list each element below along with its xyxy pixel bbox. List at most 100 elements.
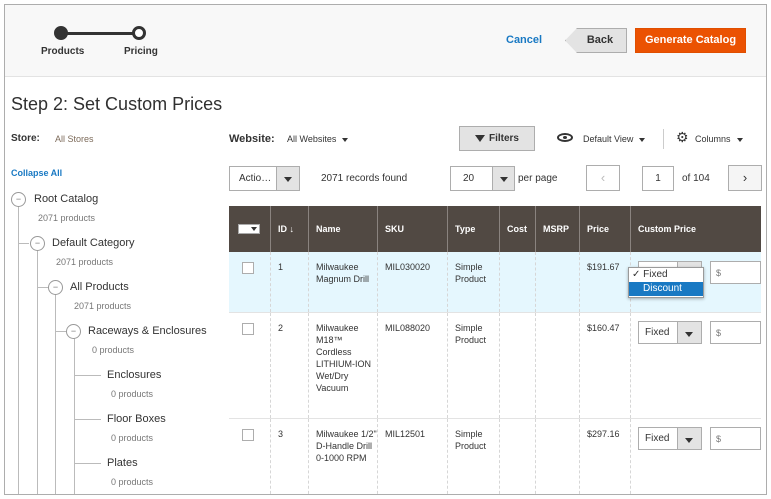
step-products-dot[interactable]: [54, 26, 68, 40]
grid-header: ID ↓ Name SKU Type Cost MSRP Price Custo…: [229, 206, 761, 252]
tree-node-floor-boxes[interactable]: Floor Boxes: [107, 413, 166, 425]
actions-dropdown[interactable]: Actio…: [229, 166, 300, 191]
column-header-id[interactable]: ID ↓: [270, 206, 308, 252]
back-button[interactable]: Back: [565, 28, 627, 53]
records-found: 2071 records found: [321, 173, 408, 184]
generate-catalog-button[interactable]: Generate Catalog: [635, 28, 746, 53]
previous-page-button[interactable]: ‹: [586, 165, 620, 191]
tree-node-root-catalog[interactable]: Root Catalog: [34, 193, 98, 205]
table-row[interactable]: 2 Milwaukee M18™ Cordless LITHIUM-ION We…: [229, 313, 761, 419]
collapse-all-link[interactable]: Collapse All: [11, 168, 62, 178]
cell-name: Milwaukee Magnum Drill: [308, 252, 377, 312]
custom-price-input[interactable]: $: [710, 261, 761, 284]
tree-node-default-category[interactable]: Default Category: [52, 237, 135, 249]
chevron-down-icon: [736, 137, 743, 142]
price-type-dropdown-menu: ✓ Fixed Discount: [628, 267, 704, 298]
cell-type: Simple Product: [447, 252, 499, 312]
chevron-down-icon: [677, 322, 701, 343]
tree-collapse-toggle[interactable]: −: [30, 236, 45, 251]
row-checkbox[interactable]: [242, 323, 254, 335]
tree-node-count: 0 products: [111, 389, 154, 399]
column-header-custom-price[interactable]: Custom Price: [630, 206, 761, 252]
wizard-header: Products Pricing Cancel Back Generate Ca…: [5, 5, 766, 77]
mass-select-checkbox[interactable]: [238, 224, 260, 234]
row-select-cell: [229, 419, 270, 494]
chevron-down-icon: [342, 137, 349, 142]
column-header-sku[interactable]: SKU: [377, 206, 447, 252]
column-header-msrp[interactable]: MSRP: [535, 206, 579, 252]
cell-type: Simple Product: [447, 313, 499, 418]
columns-control[interactable]: Columns: [695, 134, 743, 144]
cell-id: 3: [270, 419, 308, 494]
tree-line: [37, 243, 38, 494]
column-header-price[interactable]: Price: [579, 206, 630, 252]
tree-node-raceways-enclosures[interactable]: Raceways & Enclosures: [88, 325, 207, 337]
wizard-progress-line: [61, 32, 139, 35]
filter-icon: [474, 134, 485, 142]
page-number-input[interactable]: 1: [642, 166, 674, 191]
chevron-down-icon: [276, 167, 299, 190]
filters-label: Filters: [488, 133, 519, 144]
tree-node-enclosures[interactable]: Enclosures: [107, 369, 161, 381]
chevron-left-icon: ‹: [600, 170, 606, 185]
custom-price-input[interactable]: $: [710, 427, 761, 450]
column-header-type[interactable]: Type: [447, 206, 499, 252]
table-row[interactable]: 3 Milwaukee 1/2" D-Handle Drill 0-1000 R…: [229, 419, 761, 494]
mass-select-column: [229, 206, 270, 252]
view-value: Default View: [583, 134, 634, 144]
store-label: Store:: [11, 133, 40, 144]
price-type-value: Fixed: [645, 433, 670, 444]
gear-icon: ⚙: [676, 129, 689, 145]
per-page-select[interactable]: 20: [450, 166, 515, 191]
next-page-button[interactable]: ›: [728, 165, 762, 191]
option-discount[interactable]: Discount: [629, 282, 703, 296]
custom-price-input[interactable]: $: [710, 321, 761, 344]
cell-price: $160.47: [579, 313, 630, 418]
cell-cost: [499, 419, 535, 494]
products-grid: ID ↓ Name SKU Type Cost MSRP Price Custo…: [229, 206, 761, 494]
cell-cost: [499, 252, 535, 312]
option-fixed[interactable]: ✓ Fixed: [629, 268, 703, 282]
price-type-select[interactable]: Fixed: [638, 427, 702, 450]
cell-msrp: [535, 252, 579, 312]
column-header-name[interactable]: Name: [308, 206, 377, 252]
cell-msrp: [535, 313, 579, 418]
view-switcher[interactable]: Default View: [583, 134, 646, 144]
row-checkbox[interactable]: [242, 429, 254, 441]
cell-msrp: [535, 419, 579, 494]
chevron-right-icon: ›: [742, 170, 748, 185]
cell-custom-price: Fixed $: [630, 313, 761, 418]
step-pricing-dot[interactable]: [132, 26, 146, 40]
price-type-value: Fixed: [645, 327, 670, 338]
column-header-cost[interactable]: Cost: [499, 206, 535, 252]
tree-line: [75, 463, 101, 464]
tree-line: [75, 419, 101, 420]
row-checkbox[interactable]: [242, 262, 254, 274]
tree-node-all-products[interactable]: All Products: [70, 281, 129, 293]
tree-collapse-toggle[interactable]: −: [11, 192, 26, 207]
step-products-label[interactable]: Products: [41, 46, 84, 57]
tree-collapse-toggle[interactable]: −: [48, 280, 63, 295]
tree-line: [74, 331, 75, 494]
tree-node-count: 0 products: [92, 345, 135, 355]
cell-name: Milwaukee M18™ Cordless LITHIUM-ION Wet/…: [308, 313, 377, 418]
cancel-link[interactable]: Cancel: [506, 34, 542, 46]
cell-id: 1: [270, 252, 308, 312]
category-tree: − Root Catalog 2071 products − Default C…: [5, 183, 225, 494]
cell-sku: MIL088020: [377, 313, 447, 418]
price-type-select[interactable]: Fixed: [638, 321, 702, 344]
tree-node-count: 2071 products: [74, 301, 132, 311]
tree-line: [75, 375, 101, 376]
step-pricing-label[interactable]: Pricing: [124, 46, 158, 57]
website-switcher[interactable]: All Websites: [287, 134, 349, 144]
filters-button[interactable]: Filters: [459, 126, 535, 151]
row-select-cell: [229, 313, 270, 418]
store-switcher[interactable]: All Stores: [55, 134, 94, 144]
tree-node-plates[interactable]: Plates: [107, 457, 138, 469]
tree-line: [56, 331, 66, 332]
tree-collapse-toggle[interactable]: −: [66, 324, 81, 339]
cell-name: Milwaukee 1/2" D-Handle Drill 0-1000 RPM: [308, 419, 377, 494]
tree-node-count: 0 products: [111, 433, 154, 443]
tree-node-count: 2071 products: [56, 257, 114, 267]
app-frame: Products Pricing Cancel Back Generate Ca…: [4, 4, 767, 495]
